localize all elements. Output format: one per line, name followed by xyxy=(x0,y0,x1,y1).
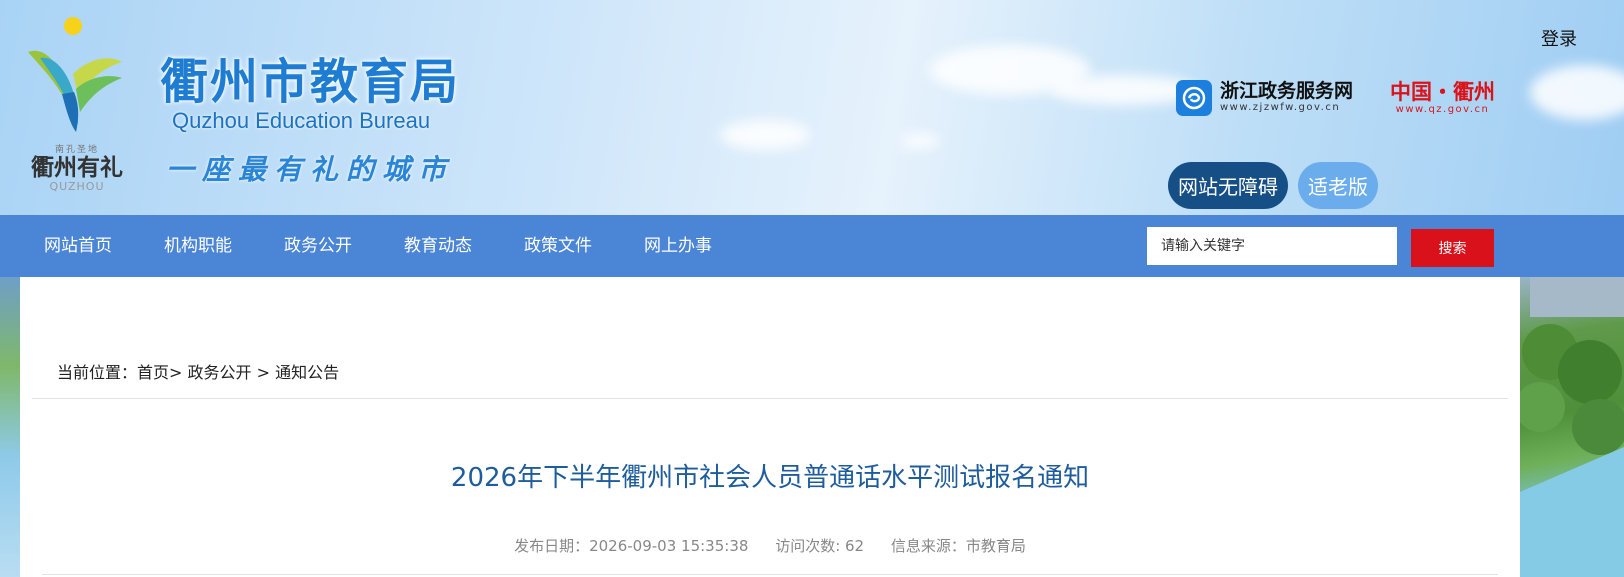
qz-portal-name: 中国・衢州 xyxy=(1390,79,1495,104)
nav-item-edu-news[interactable]: 教育动态 xyxy=(404,215,472,277)
main-content: 当前位置：首页> 政务公开 > 通知公告 2026年下半年衢州市社会人员普通话水… xyxy=(20,277,1520,577)
site-title: 衢州市教育局 xyxy=(160,54,461,110)
zj-portal-name: 浙江政务服务网 xyxy=(1220,80,1354,102)
elder-mode-button[interactable]: 适老版 xyxy=(1298,162,1378,209)
cloud-decoration xyxy=(720,120,810,150)
cloud-decoration xyxy=(900,134,940,148)
breadcrumb: 当前位置：首页> 政务公开 > 通知公告 xyxy=(57,359,339,383)
article-meta: 发布日期：2026-09-03 15:35:38 访问次数: 62 信息来源：市… xyxy=(20,535,1520,556)
breadcrumb-separator: > xyxy=(251,363,276,382)
nav-item-online-service[interactable]: 网上办事 xyxy=(644,215,712,277)
city-slogan: 南孔圣地 衢州有礼 QUZHOU xyxy=(22,142,132,193)
nav-item-gov-affairs[interactable]: 政务公开 xyxy=(284,215,352,277)
login-link[interactable]: 登录 xyxy=(1541,25,1577,51)
zj-portal-logo-icon[interactable] xyxy=(1176,80,1212,116)
nav-item-home[interactable]: 网站首页 xyxy=(44,215,112,277)
breadcrumb-separator: > xyxy=(169,363,188,382)
zj-swirl-icon xyxy=(1182,86,1206,110)
scenery-trees-icon xyxy=(1520,277,1624,577)
emblem-logo-icon xyxy=(28,17,122,132)
qz-portal-url: www.qz.gov.cn xyxy=(1395,104,1490,115)
slogan-en-text: QUZHOU xyxy=(49,180,105,193)
site-motto: 一座最有礼的城市 xyxy=(166,153,455,186)
slogan-main-text: 衢州有礼 xyxy=(31,154,123,181)
visit-count: 访问次数: 62 xyxy=(775,537,865,555)
zj-portal-url: www.zjzwfw.gov.cn xyxy=(1220,102,1341,113)
divider xyxy=(42,574,1498,575)
site-title-en: Quzhou Education Bureau xyxy=(172,108,431,133)
search-input[interactable] xyxy=(1147,227,1397,265)
breadcrumb-notice-link[interactable]: 通知公告 xyxy=(275,363,339,382)
publish-date: 发布日期：2026-09-03 15:35:38 xyxy=(514,537,749,555)
zj-portal-link[interactable]: 浙江政务服务网 www.zjzwfw.gov.cn xyxy=(1220,80,1353,114)
nav-item-functions[interactable]: 机构职能 xyxy=(164,215,232,277)
breadcrumb-gov-affairs-link[interactable]: 政务公开 xyxy=(188,363,252,382)
accessible-mode-button[interactable]: 网站无障碍 xyxy=(1168,162,1288,209)
nav-item-policy[interactable]: 政策文件 xyxy=(524,215,592,277)
breadcrumb-prefix: 当前位置： xyxy=(57,363,138,382)
qz-portal-link[interactable]: 中国・衢州 www.qz.gov.cn xyxy=(1390,80,1495,116)
breadcrumb-home-link[interactable]: 首页 xyxy=(137,363,169,382)
scenery-left xyxy=(0,277,20,577)
search-button[interactable]: 搜索 xyxy=(1411,229,1494,267)
article-title: 2026年下半年衢州市社会人员普通话水平测试报名通知 xyxy=(450,463,1090,493)
site-header: 南孔圣地 衢州有礼 QUZHOU 衢州市教育局 Quzhou Education… xyxy=(0,0,1624,215)
divider xyxy=(32,398,1508,399)
scenery-right xyxy=(1520,277,1624,577)
info-source: 信息来源：市教育局 xyxy=(890,537,1026,555)
cloud-decoration xyxy=(1530,65,1624,120)
